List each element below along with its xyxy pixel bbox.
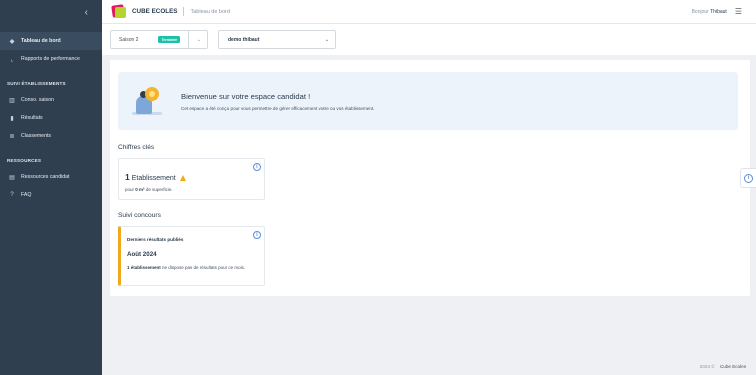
kpi-value-line: 1 Etablissement (125, 172, 186, 182)
kpi-sub-suffix: de superficie. (145, 187, 173, 192)
kpi-subtext: pour 0 m² de superficie. (125, 187, 173, 192)
bar-chart-icon: ▮ (10, 115, 14, 122)
user-name: Thibaut (710, 8, 727, 15)
chevron-down-icon: ⌄ (324, 36, 329, 43)
sidebar-item-label: Rapports de performance (21, 56, 80, 62)
diamond-icon: ◆ (9, 38, 15, 45)
sidebar-item-label: Tableau de bord (21, 38, 61, 44)
breadcrumb: Tableau de bord (190, 8, 230, 15)
main-content: Bienvenue sur votre espace candidat ! Ce… (110, 60, 750, 296)
sidebar-item-ressources-candidat[interactable]: ▤ Ressources candidat (0, 168, 102, 186)
results-text-rest: ne dispose pas de résultats pour ce mois… (162, 265, 246, 270)
info-icon[interactable]: i (253, 163, 261, 171)
kpi-sub-prefix: pour (125, 187, 135, 192)
sidebar-item-conso-saison[interactable]: ▥ Conso. saison (0, 91, 102, 109)
season-select[interactable]: Saison 2 Terminée ⌄ (110, 30, 208, 49)
sidebar-item-tableau-de-bord[interactable]: ◆ Tableau de bord (0, 32, 102, 50)
results-month: Août 2024 (127, 251, 157, 258)
kpi-sub-value: 0 m² (135, 187, 145, 192)
filter-bar: Saison 2 Terminée ⌄ demo thibaut ⌄ (102, 24, 756, 55)
chevron-down-icon: ⌄ (196, 36, 201, 43)
sidebar-item-resultats[interactable]: ▮ Résultats (0, 109, 102, 127)
select-divider (188, 30, 190, 49)
welcome-text: Bienvenue sur votre espace candidat ! Ce… (181, 92, 374, 111)
results-card: i Derniers résultats publiés Août 2024 1… (118, 226, 265, 286)
kpi-card-etablissements: i 1 Etablissement pour 0 m² de superfici… (118, 158, 265, 200)
footer-year: 2024 © (699, 364, 715, 369)
brand-name: CUBE ECOLES (132, 8, 178, 15)
sidebar-item-label: Ressources candidat (21, 174, 70, 180)
chevron-left-icon[interactable]: ‹ (85, 7, 88, 18)
sidebar-item-label: FAQ (21, 192, 32, 198)
welcome-banner: Bienvenue sur votre espace candidat ! Ce… (118, 72, 738, 130)
footer: 2024 © Cube Ecoles (700, 364, 746, 369)
section-title-suivi: Suivi concours (118, 212, 161, 219)
menu-icon[interactable]: ☰ (735, 7, 742, 16)
footer-brand: Cube Ecoles (719, 364, 746, 369)
season-value: Saison 2 (119, 36, 139, 43)
sidebar-section-ressources: RESSOURCES (7, 157, 42, 163)
top-header: CUBE ECOLES Tableau de bord Bonjour Thib… (102, 0, 756, 24)
idea-illustration (132, 86, 164, 116)
info-icon: i (744, 173, 753, 183)
warning-icon (179, 175, 186, 181)
brand-logo[interactable] (110, 3, 128, 20)
sidebar-item-classements[interactable]: ≣ Classements (0, 127, 102, 145)
sidebar-item-label: Conso. saison (21, 97, 54, 103)
sidebar-item-rapports[interactable]: ⌞ Rapports de performance (0, 50, 102, 68)
sidebar: ‹ ◆ Tableau de bord ⌞ Rapports de perfor… (0, 0, 102, 375)
breadcrumb-divider (183, 7, 185, 16)
info-icon[interactable]: i (253, 231, 261, 239)
account-value: demo thibaut (228, 36, 260, 43)
sidebar-item-label: Résultats (21, 115, 43, 121)
sidebar-item-label: Classements (21, 133, 51, 139)
document-icon: ▤ (9, 174, 15, 181)
welcome-subtitle: Cet espace a été conçu pour vous permett… (181, 105, 375, 111)
status-badge: Terminée (158, 36, 181, 43)
question-icon: ? (10, 192, 14, 198)
welcome-title: Bienvenue sur votre espace candidat ! (181, 91, 311, 101)
results-text-bold: 1 établissement (127, 265, 161, 270)
chart-line-icon: ⌞ (10, 56, 14, 63)
help-tab[interactable]: i (740, 168, 756, 188)
building-icon: ▥ (9, 97, 15, 104)
sidebar-item-faq[interactable]: ? FAQ (0, 186, 102, 204)
section-title-chiffres: Chiffres clés (118, 144, 155, 151)
sidebar-section-suivi: SUIVI ÉTABLISSEMENTS (7, 80, 66, 86)
kpi-count: 1 (125, 172, 130, 182)
list-icon: ≣ (9, 133, 15, 140)
greeting-text: Bonjour (691, 8, 709, 15)
results-text: 1 établissement ne dispose pas de résult… (127, 264, 253, 271)
kpi-label: Etablissement (131, 175, 176, 182)
sidebar-top: ‹ (0, 0, 102, 24)
account-select[interactable]: demo thibaut ⌄ (218, 30, 336, 49)
results-card-title: Derniers résultats publiés (127, 237, 184, 242)
user-greeting[interactable]: Bonjour Thibaut (692, 9, 727, 15)
